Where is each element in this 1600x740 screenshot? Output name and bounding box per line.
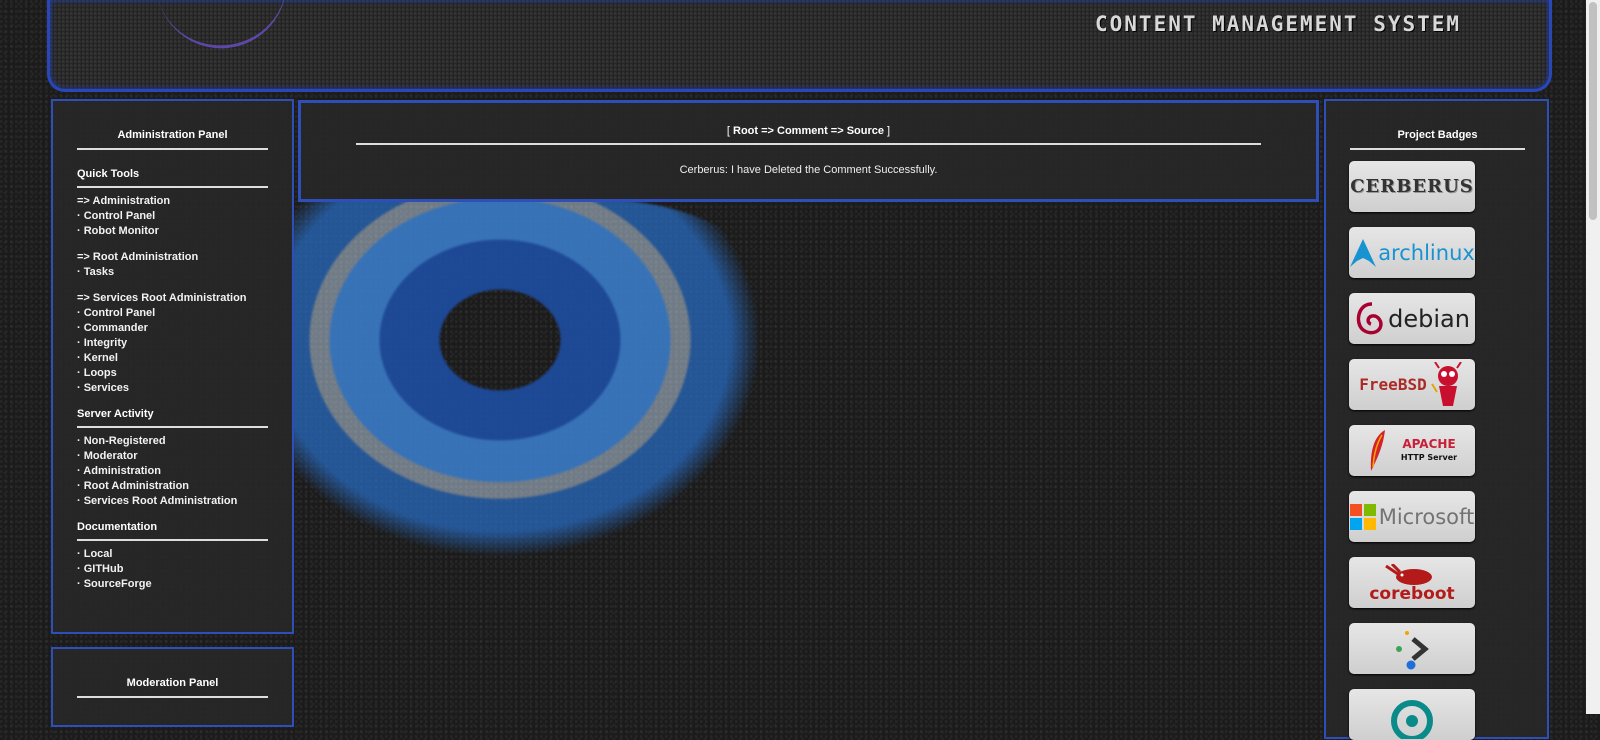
activity-root-administration[interactable]: · Root Administration (77, 479, 268, 494)
administration-panel: Administration Panel Quick Tools => Admi… (51, 99, 294, 634)
ring-logo-icon (1391, 699, 1433, 739)
doc-github[interactable]: · GITHub (77, 562, 268, 577)
nav-administration[interactable]: => Administration (77, 194, 268, 209)
apache-badge-label: APACHE (1402, 436, 1456, 451)
apache-badge-text: APACHE HTTP Server (1401, 437, 1457, 465)
nav-control-panel[interactable]: · Control Panel (77, 209, 268, 224)
documentation-heading: Documentation (77, 513, 268, 541)
doc-local[interactable]: · Local (77, 547, 268, 562)
breadcrumb: [ Root => Comment => Source ] (356, 125, 1261, 145)
breadcrumb-bracket-close: ] (887, 125, 891, 137)
quick-tools-group-root-administration: => Root Administration · Tasks (77, 250, 268, 280)
nav-services-control-panel[interactable]: · Control Panel (77, 306, 268, 321)
coreboot-rabbit-icon (1385, 563, 1432, 585)
microsoft-logo-icon (1349, 503, 1376, 530)
quick-tools-group-administration: => Administration · Control Panel · Robo… (77, 194, 268, 239)
cerberus-badge[interactable]: CERBERUS (1349, 161, 1475, 212)
archlinux-logo-icon (1350, 238, 1377, 267)
freebsd-badge[interactable]: FreeBSD (1349, 359, 1475, 410)
documentation-list: · Local · GITHub · SourceForge (77, 547, 268, 592)
freebsd-daemon-icon (1430, 361, 1462, 406)
activity-administration[interactable]: · Administration (77, 464, 268, 479)
activity-non-registered[interactable]: · Non-Registered (77, 434, 268, 449)
microsoft-badge-label: Microsoft (1378, 504, 1475, 529)
archlinux-badge[interactable]: archlinux (1349, 227, 1475, 278)
nav-services[interactable]: · Services (77, 381, 268, 396)
coreboot-badge-label: coreboot (1369, 583, 1455, 604)
moderation-panel-title: Moderation Panel (77, 677, 268, 698)
dots-arrow-logo-icon (1396, 630, 1429, 669)
nav-tasks[interactable]: · Tasks (77, 265, 268, 280)
site-title: CONTENT MANAGEMENT SYSTEM (1095, 12, 1462, 36)
debian-badge[interactable]: debian (1349, 293, 1475, 344)
page-scrollbar[interactable] (1586, 0, 1600, 714)
breadcrumb-path: Root => Comment => Source (733, 125, 884, 137)
dots-arrow-badge[interactable] (1349, 623, 1475, 674)
freebsd-badge-label: FreeBSD (1359, 375, 1427, 394)
nav-robot-monitor[interactable]: · Robot Monitor (77, 224, 268, 239)
quick-tools-heading: Quick Tools (77, 160, 268, 188)
breadcrumb-bracket-open: [ (726, 125, 730, 137)
status-message: Cerberus: I have Deleted the Comment Suc… (679, 164, 938, 176)
nav-kernel[interactable]: · Kernel (77, 351, 268, 366)
nav-services-root-administration[interactable]: => Services Root Administration (77, 291, 268, 306)
archlinux-badge-label: archlinux (1378, 240, 1475, 265)
nav-commander[interactable]: · Commander (77, 321, 268, 336)
page-scrollbar-thumb[interactable] (1589, 2, 1597, 220)
main-content-panel: [ Root => Comment => Source ] Cerberus: … (298, 100, 1319, 202)
nav-integrity[interactable]: · Integrity (77, 336, 268, 351)
moderation-panel: Moderation Panel (51, 647, 294, 727)
cerberus-logo-icon: CERBERUS (1350, 176, 1474, 197)
background-swirl (292, 200, 812, 600)
debian-badge-label: debian (1388, 304, 1470, 333)
nav-loops[interactable]: · Loops (77, 366, 268, 381)
coreboot-badge[interactable]: coreboot (1349, 557, 1475, 608)
server-activity-list: · Non-Registered · Moderator · Administr… (77, 434, 268, 509)
apache-badge-sublabel: HTTP Server (1400, 452, 1458, 462)
quick-tools-group-services-root-administration: => Services Root Administration · Contro… (77, 291, 268, 396)
activity-services-root-administration[interactable]: · Services Root Administration (77, 494, 268, 509)
activity-moderator[interactable]: · Moderator (77, 449, 268, 464)
header-logo-arc (153, 0, 297, 59)
ring-badge[interactable] (1349, 689, 1475, 740)
administration-panel-title: Administration Panel (77, 129, 268, 150)
apache-feather-icon (1370, 429, 1385, 471)
doc-sourceforge[interactable]: · SourceForge (77, 577, 268, 592)
site-header: CONTENT MANAGEMENT SYSTEM (47, 0, 1552, 92)
project-badges-title: Project Badges (1350, 129, 1525, 150)
nav-root-administration[interactable]: => Root Administration (77, 250, 268, 265)
microsoft-badge[interactable]: Microsoft (1349, 491, 1475, 542)
server-activity-heading: Server Activity (77, 400, 268, 428)
debian-swirl-icon (1356, 301, 1383, 334)
apache-badge[interactable]: APACHE HTTP Server (1349, 425, 1475, 476)
